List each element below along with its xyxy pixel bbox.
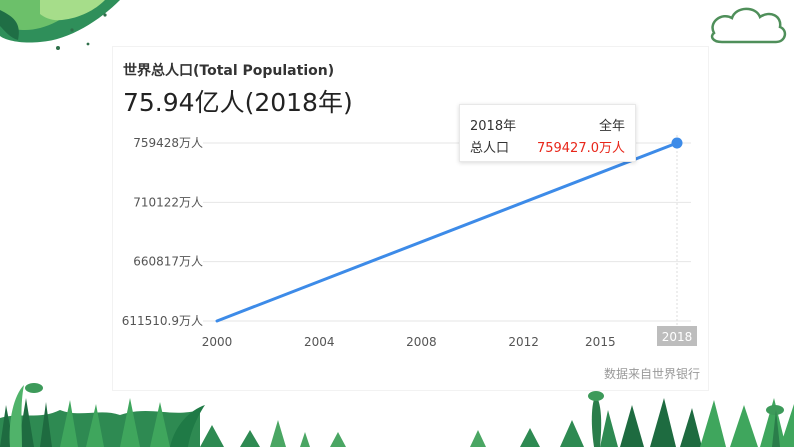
tooltip-value: 759427.0万人 [536, 141, 625, 156]
data-point [671, 137, 683, 149]
line-chart: 759428万人 710122万人 660817万人 611510.9万人 2000 20… [122, 135, 697, 349]
x-tick-label: 2015 [585, 335, 616, 349]
x-tick-label: 2004 [304, 335, 335, 349]
chart-card: 世界总人口(Total Population) 75.94亿人(2018年) 7… [113, 47, 708, 390]
data-tooltip: 2018年 全年 总人口 759427.0万人 [459, 104, 636, 162]
x-tick-label: 2008 [406, 335, 437, 349]
series-line [215, 141, 679, 323]
y-tick-label: 710122万人 [133, 195, 203, 209]
tooltip-date: 2018年 [470, 119, 517, 134]
y-tick-label: 759428万人 [133, 136, 203, 150]
x-tick-label: 2018 [662, 330, 693, 344]
bottom-grass-decoration [0, 383, 794, 447]
top-left-leaves-decoration [0, 0, 120, 50]
x-tick-label: 2000 [202, 335, 233, 349]
tooltip-label: 总人口 [470, 141, 510, 156]
data-source-note: 数据来自世界银行 [603, 367, 700, 381]
y-tick-label: 660817万人 [133, 255, 203, 269]
tooltip-period: 全年 [598, 119, 625, 134]
x-tick-label: 2012 [508, 335, 539, 349]
y-tick-label: 611510.9万人 [122, 314, 203, 328]
cloud-decoration [710, 7, 787, 44]
